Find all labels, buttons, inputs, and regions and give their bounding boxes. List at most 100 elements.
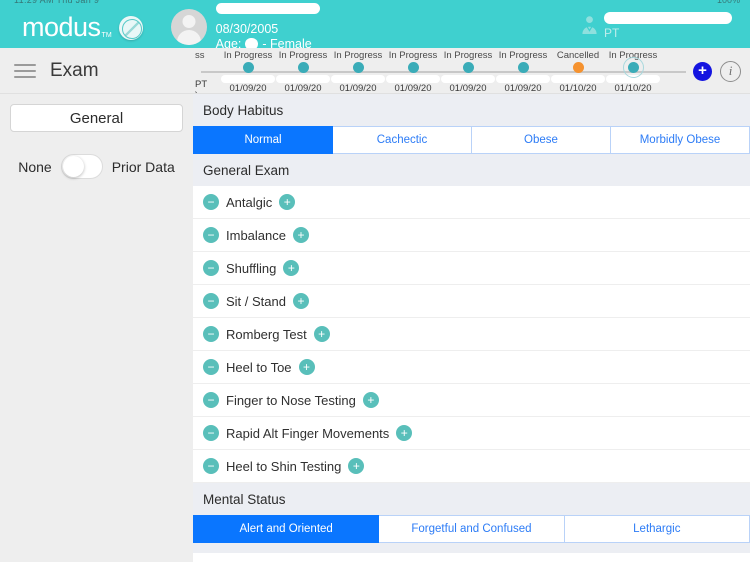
exam-row: − Heel to Toe + xyxy=(193,351,750,384)
timeline-node-dot[interactable] xyxy=(407,61,419,74)
timeline-node-marker xyxy=(627,61,639,73)
timeline-node-dot[interactable] xyxy=(462,61,474,74)
segmented-control: Alert and Oriented Forgetful and Confused… xyxy=(193,515,750,543)
prior-data-toggle-row: None Prior Data xyxy=(0,154,193,179)
timeline-partial-role: PT xyxy=(195,79,208,90)
timeline-node-marker xyxy=(462,61,474,73)
segmented-control: Normal Cachectic Obese Morbidly Obese xyxy=(193,126,750,154)
positive-finding-button[interactable]: + xyxy=(283,260,300,276)
encounter-timeline[interactable]: ss PT ) In Progress01/09/20In Progress01… xyxy=(193,48,750,93)
positive-finding-button[interactable]: + xyxy=(292,227,309,243)
positive-finding-button[interactable]: + xyxy=(279,194,296,210)
negative-finding-button[interactable]: − xyxy=(203,227,219,243)
exam-item-label: Rapid Alt Finger Movements xyxy=(226,425,390,441)
positive-finding-button[interactable]: + xyxy=(362,392,379,408)
sub-header: Exam ss PT ) In Progress 01/09/20 In Progr… xyxy=(0,48,750,94)
timeline-node[interactable]: In Progress 01/10/20 xyxy=(596,48,670,93)
timeline-node-date: 01/09/20 xyxy=(504,83,542,93)
exam-row: − Rapid Alt Finger Movements + xyxy=(193,417,750,450)
exam-item-label: Romberg Test xyxy=(226,326,307,342)
app-logo[interactable]: modus TM xyxy=(22,13,143,41)
timeline-node-status: Cancelled xyxy=(556,50,600,61)
timeline-node-date: 01/10/20 xyxy=(614,83,652,93)
main-body: General None Prior Data Body Habitus Norm… xyxy=(0,94,750,562)
timeline-node-marker xyxy=(407,61,419,73)
exam-item-label: Antalgic xyxy=(226,194,273,210)
segment-option[interactable]: Forgetful and Confused xyxy=(379,515,565,543)
timeline-node-dot[interactable] xyxy=(352,61,364,74)
provider-summary[interactable]: PT xyxy=(581,12,732,40)
negative-finding-button[interactable]: − xyxy=(203,194,219,210)
segment-option[interactable]: Obese xyxy=(472,126,611,154)
negative-finding-button[interactable]: − xyxy=(203,425,219,441)
info-icon[interactable]: i xyxy=(720,61,741,82)
timeline-node-dot[interactable] xyxy=(242,61,254,74)
timeline-node-date: 01/09/20 xyxy=(339,83,377,93)
timeline-node-dot[interactable] xyxy=(622,56,644,78)
exam-item-label: Shuffling xyxy=(226,260,277,276)
segment-option[interactable]: Normal xyxy=(193,126,333,154)
exam-row: − Antalgic + xyxy=(193,186,750,219)
timeline-node-status: In Progress xyxy=(498,50,548,61)
positive-finding-button[interactable]: + xyxy=(298,359,315,375)
trademark-symbol: TM xyxy=(101,31,112,39)
patient-details: 08/30/2005 Age: - Female xyxy=(215,2,320,52)
exam-row: − Heel to Shin Testing + xyxy=(193,450,750,483)
prior-data-toggle[interactable] xyxy=(60,154,103,179)
sidebar-item-general[interactable]: General xyxy=(10,104,183,132)
exam-row: − Imbalance + xyxy=(193,219,750,252)
leaf-badge-icon xyxy=(118,15,143,40)
section-spacer xyxy=(193,543,750,553)
exam-item-label: Imbalance xyxy=(226,227,286,243)
segment-option[interactable]: Alert and Oriented xyxy=(193,515,380,543)
app-root: 11:29 AM Thu Jan 9 100% modus TM 08/30/2… xyxy=(0,0,750,562)
timeline-node-marker xyxy=(572,61,584,73)
negative-finding-button[interactable]: − xyxy=(203,458,219,474)
exam-content: Body Habitus Normal Cachectic Obese Morbidly… xyxy=(193,94,750,562)
positive-finding-button[interactable]: + xyxy=(396,425,413,441)
provider-name-redacted xyxy=(604,12,732,24)
negative-finding-button[interactable]: − xyxy=(203,359,219,375)
exam-row: − Finger to Nose Testing + xyxy=(193,384,750,417)
timeline-node-dot[interactable] xyxy=(517,61,529,74)
segment-option[interactable]: Lethargic xyxy=(564,515,750,543)
timeline-node-marker xyxy=(297,61,309,73)
doctor-icon xyxy=(581,15,598,35)
positive-finding-button[interactable]: + xyxy=(348,458,365,474)
positive-finding-button[interactable]: + xyxy=(292,293,309,309)
timeline-partial-date: ) xyxy=(195,90,198,93)
patient-summary[interactable]: 08/30/2005 Age: - Female xyxy=(170,2,320,52)
add-encounter-button[interactable]: + xyxy=(693,62,712,81)
timeline-node-status: In Progress xyxy=(333,50,383,61)
section-header: General Exam xyxy=(193,154,750,186)
page-title: Exam xyxy=(50,59,99,81)
hamburger-menu-icon[interactable] xyxy=(14,60,36,82)
provider-details: PT xyxy=(604,12,732,40)
left-sidebar: General None Prior Data xyxy=(0,94,193,562)
positive-finding-button[interactable]: + xyxy=(313,326,330,342)
section-header: Body Habitus xyxy=(193,94,750,126)
toggle-knob xyxy=(62,156,84,177)
exam-row: − Shuffling + xyxy=(193,252,750,285)
timeline-node-dot[interactable] xyxy=(297,61,309,74)
segment-option[interactable]: Morbidly Obese xyxy=(611,126,750,154)
exam-row: − Romberg Test + xyxy=(193,318,750,351)
toggle-label-none: None xyxy=(18,158,52,175)
exam-item-label: Sit / Stand xyxy=(226,293,286,309)
negative-finding-button[interactable]: − xyxy=(203,326,219,342)
provider-role: PT xyxy=(604,26,620,40)
negative-finding-button[interactable]: − xyxy=(203,293,219,309)
exam-item-label: Heel to Shin Testing xyxy=(226,458,342,474)
negative-finding-button[interactable]: − xyxy=(203,392,219,408)
timeline-node-date: 01/09/20 xyxy=(229,83,267,93)
app-header: modus TM 08/30/2005 Age: - Female PT xyxy=(0,3,750,51)
timeline-node-status: In Progress xyxy=(278,50,328,61)
timeline-node-dot[interactable] xyxy=(572,61,584,74)
segment-option[interactable]: Cachectic xyxy=(333,126,472,154)
timeline-node-date: 01/09/20 xyxy=(394,83,432,93)
negative-finding-button[interactable]: − xyxy=(203,260,219,276)
timeline-node-date: 01/09/20 xyxy=(449,83,487,93)
timeline-node-date: 01/10/20 xyxy=(559,83,597,93)
timeline-node-status: In Progress xyxy=(223,50,273,61)
timeline-node-date: 01/09/20 xyxy=(284,83,322,93)
